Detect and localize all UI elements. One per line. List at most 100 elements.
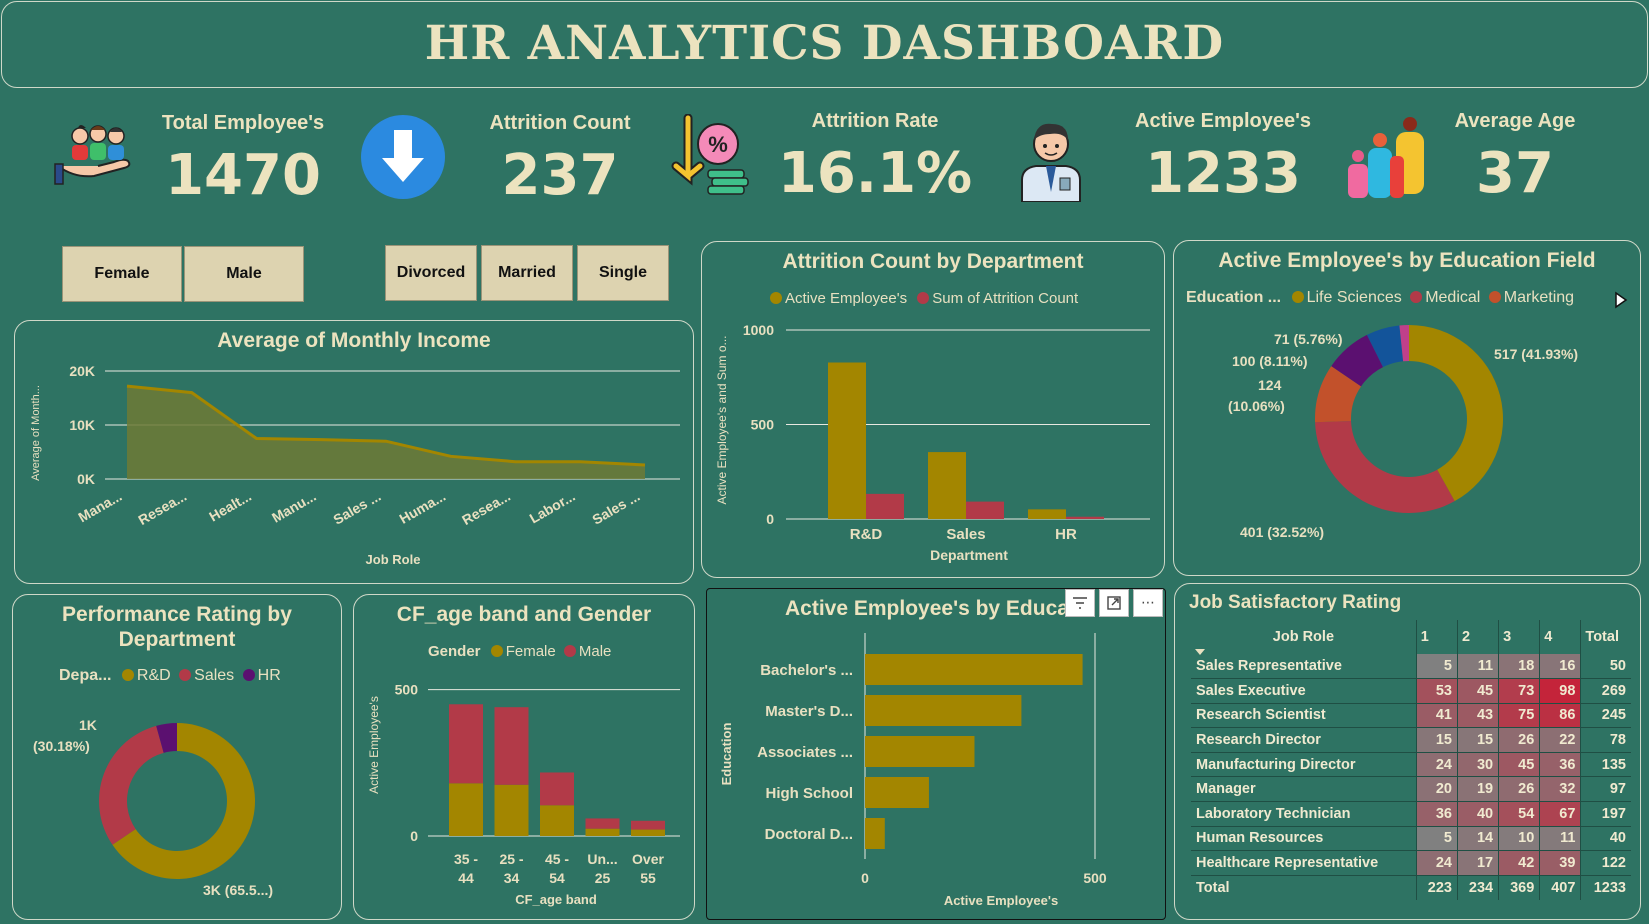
bar-active <box>828 362 866 519</box>
x-tick-label: Mana... <box>75 488 124 526</box>
slicer-divorced-button[interactable]: Divorced <box>385 245 477 301</box>
value-cell: 26 <box>1498 727 1540 753</box>
y-tick-label: Doctoral D... <box>765 826 853 843</box>
slicer-married-button[interactable]: Married <box>481 245 573 301</box>
value-cell: 36 <box>1415 801 1458 827</box>
kpi-value: 16.1% <box>777 141 973 206</box>
value-cell: 15 <box>1415 727 1458 753</box>
x-tick-label: 0 <box>861 870 869 886</box>
slicer-male-button[interactable]: Male <box>184 246 304 302</box>
bar-education <box>865 736 975 767</box>
y-axis-title: Average of Month... <box>30 385 42 481</box>
column-header[interactable]: 2 <box>1456 620 1499 654</box>
row-total-cell: 40 <box>1580 826 1631 852</box>
value-cell: 67 <box>1539 801 1581 827</box>
bar-male <box>540 772 574 806</box>
table-row: Healthcare Representative 24 17 42 39 122 <box>1191 850 1631 876</box>
value-cell: 18 <box>1498 654 1540 680</box>
total-cell: 369 <box>1498 875 1540 900</box>
y-tick-label: 0 <box>410 828 418 844</box>
slicer-female-button[interactable]: Female <box>62 246 182 302</box>
row-total-cell: 122 <box>1580 850 1631 876</box>
age-band-panel[interactable]: CF_age band and Gender Gender Female Mal… <box>353 594 695 920</box>
value-cell: 54 <box>1498 801 1540 827</box>
row-header-cell: Human Resources <box>1191 826 1417 852</box>
bar-active <box>1028 509 1066 519</box>
y-tick-label: High School <box>766 785 854 802</box>
y-tick-label: 10K <box>69 417 95 433</box>
x-tick-label: Manu... <box>269 488 319 526</box>
bar-education <box>865 695 1022 726</box>
employee-icon <box>1016 116 1086 203</box>
x-tick-label: 500 <box>1083 870 1107 886</box>
matrix-header-row: Job Role 1 2 3 4 Total <box>1191 620 1631 654</box>
kpi-value: 237 <box>501 143 619 208</box>
performance-donut-chart: 3K (65.5...) 1K (30.18%) <box>33 717 273 898</box>
x-tick-label: 44 <box>458 870 474 886</box>
job-satisfaction-panel[interactable]: Job Satisfactory Rating Job Role 1 2 3 4 Tota… <box>1174 583 1641 920</box>
column-header[interactable]: 3 <box>1498 620 1540 654</box>
education-panel[interactable]: Active Employee's by Educati 0 500 Bachelo… <box>706 588 1166 920</box>
more-options-icon[interactable]: ⋯ <box>1133 589 1163 617</box>
value-cell: 73 <box>1498 678 1540 704</box>
bar-male <box>449 704 483 784</box>
value-cell: 24 <box>1415 752 1458 778</box>
bar-female <box>494 784 529 836</box>
y-tick-label: 1000 <box>743 322 774 338</box>
row-total-cell: 197 <box>1580 801 1631 827</box>
y-tick-label: 20K <box>69 363 95 379</box>
focus-mode-icon[interactable] <box>1099 589 1129 617</box>
education-field-panel[interactable]: Active Employee's by Education Field Edu… <box>1173 240 1641 576</box>
row-total-cell: 245 <box>1580 703 1631 729</box>
total-cell: 407 <box>1539 875 1581 900</box>
column-header[interactable]: Total <box>1580 620 1631 654</box>
education-field-donut-chart: 517 (41.93%) 401 (32.52%) 124 (10.06%) 100 (… <box>1228 325 1578 540</box>
performance-rating-panel[interactable]: Performance Rating by Department Depa...… <box>12 594 342 920</box>
x-axis-title: Department <box>930 547 1008 563</box>
title-bar: HR ANALYTICS DASHBOARD <box>1 1 1648 88</box>
value-cell: 20 <box>1415 776 1458 803</box>
attrition-by-department-panel[interactable]: Attrition Count by Department Active Emp… <box>701 241 1165 578</box>
kpi-label: Attrition Count <box>489 112 631 134</box>
value-cell: 42 <box>1498 850 1540 876</box>
table-row: Sales Representative 5 11 18 16 50 <box>1191 654 1631 680</box>
y-axis-title: Active Employee's <box>367 696 381 794</box>
bar-attrition <box>1066 516 1104 519</box>
y-axis-title: Active Employee's and Sum o... <box>715 335 729 504</box>
kpi-label: Active Employee's <box>1135 110 1311 132</box>
table-row: Sales Executive 53 45 73 98 269 <box>1191 678 1631 704</box>
x-tick-label: HR <box>1055 526 1077 543</box>
bar-active <box>928 452 966 519</box>
kpi-active-employees: Active Employee's 1233 <box>1118 110 1328 206</box>
kpi-value: 37 <box>1476 141 1554 206</box>
x-tick-label: Huma... <box>396 488 448 527</box>
x-tick-label: 35 - <box>454 851 478 867</box>
value-cell: 14 <box>1456 826 1499 852</box>
value-cell: 15 <box>1456 727 1499 753</box>
kpi-label: Total Employee's <box>161 112 325 134</box>
x-tick-label: Resea... <box>135 488 189 528</box>
visual-header-tools: ⋯ <box>1065 589 1163 617</box>
y-tick-label: Master's D... <box>765 703 853 720</box>
kpi-average-age: Average Age 37 <box>1430 110 1600 206</box>
y-tick-label: 500 <box>395 682 419 698</box>
row-header-cell: Healthcare Representative <box>1191 850 1417 876</box>
data-label: 100 (8.11%) <box>1232 353 1308 369</box>
row-total-cell: 78 <box>1580 727 1631 753</box>
monthly-income-panel[interactable]: Average of Monthly Income 0K 10K 20K Mana..… <box>14 320 694 584</box>
svg-text:%: % <box>708 132 728 157</box>
x-tick-label: 25 - <box>499 851 523 867</box>
column-header[interactable]: 1 <box>1415 620 1458 654</box>
filter-icon[interactable] <box>1065 589 1095 617</box>
x-tick-label: 55 <box>640 870 656 886</box>
column-header[interactable]: 4 <box>1539 620 1581 654</box>
x-tick-label: Over <box>632 851 664 867</box>
kpi-value: 1470 <box>165 143 321 208</box>
x-tick-label: 45 - <box>545 851 569 867</box>
value-cell: 86 <box>1539 703 1581 729</box>
column-header[interactable]: Job Role <box>1191 620 1416 654</box>
panel-title: Job Satisfactory Rating <box>1189 592 1402 613</box>
slicer-single-button[interactable]: Single <box>577 245 669 301</box>
kpi-attrition-rate: Attrition Rate 16.1% <box>770 110 980 206</box>
bar-attrition <box>966 501 1004 519</box>
